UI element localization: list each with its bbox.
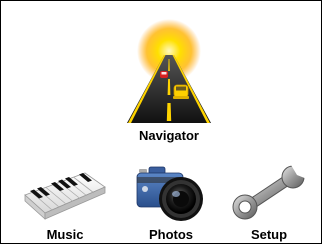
road-sun-icon (127, 19, 211, 123)
navigator-app[interactable]: Navigator (119, 19, 219, 147)
setup-label: Setup (250, 227, 288, 242)
music-label: Music (46, 227, 84, 242)
photos-app[interactable]: Photos (129, 161, 213, 243)
setup-app[interactable]: Setup (227, 161, 311, 243)
main-menu-screen: Navigator Music Photos Setup (0, 0, 322, 244)
wrench-icon (232, 165, 307, 220)
photos-label: Photos (148, 227, 194, 242)
navigator-label: Navigator (139, 128, 199, 143)
music-app[interactable]: Music (21, 161, 109, 243)
camera-icon (136, 166, 203, 221)
piano-keyboard-icon (24, 172, 106, 220)
